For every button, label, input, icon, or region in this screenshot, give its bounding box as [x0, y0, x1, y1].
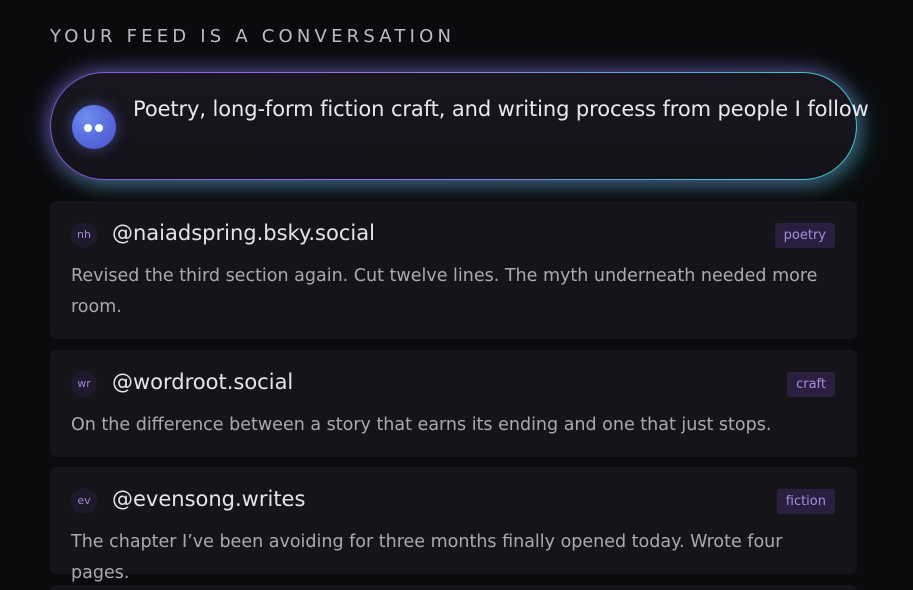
post-body: Revised the third section again. Cut twe…	[71, 266, 818, 317]
feed-prompt-frame[interactable]: Poetry, long-form fiction craft, and wri…	[50, 72, 869, 180]
post-handle[interactable]: @evensong.writes	[112, 487, 305, 511]
topic-tag[interactable]: craft	[787, 372, 835, 397]
feed-page: YOUR FEED IS A CONVERSATION Poetry, long…	[0, 0, 913, 590]
bot-eye-right	[95, 124, 103, 132]
feed-prompt-text[interactable]: Poetry, long-form fiction craft, and wri…	[133, 97, 869, 121]
post-card-partial[interactable]	[50, 585, 857, 590]
section-title: YOUR FEED IS A CONVERSATION	[50, 26, 456, 47]
post-body: The chapter I’ve been avoiding for three…	[71, 532, 783, 583]
avatar[interactable]: wr	[71, 371, 97, 397]
post-card[interactable]: ev @evensong.writes fiction The chapter …	[50, 467, 857, 583]
post-card[interactable]: nh @naiadspring.bsky.social poetry Revis…	[50, 201, 857, 339]
topic-tag[interactable]: fiction	[776, 489, 835, 514]
post-card[interactable]: wr @wordroot.social craft On the differe…	[50, 350, 857, 457]
post-handle[interactable]: @wordroot.social	[112, 370, 293, 394]
bot-eye-left	[84, 124, 92, 132]
feed-prompt[interactable]: Poetry, long-form fiction craft, and wri…	[51, 73, 869, 179]
avatar[interactable]: nh	[71, 222, 97, 248]
post-body: On the difference between a story that e…	[71, 415, 772, 435]
topic-tag[interactable]: poetry	[774, 223, 835, 248]
post-handle[interactable]: @naiadspring.bsky.social	[112, 221, 375, 245]
bot-face-icon	[72, 105, 116, 149]
avatar[interactable]: ev	[71, 488, 97, 514]
